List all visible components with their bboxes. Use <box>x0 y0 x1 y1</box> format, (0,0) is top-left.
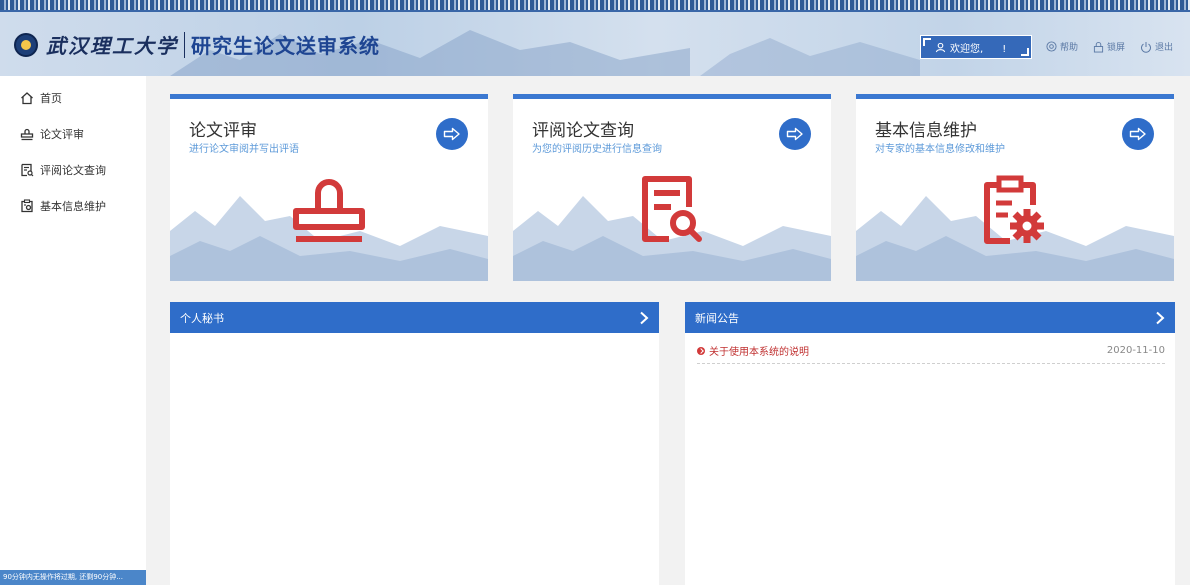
document-search-icon <box>21 163 34 177</box>
card-review-query[interactable]: 评阅论文查询 为您的评阅历史进行信息查询 <box>513 94 831 281</box>
card-subtitle: 为您的评阅历史进行信息查询 <box>532 144 662 155</box>
help-icon <box>1046 41 1057 52</box>
card-subtitle: 进行论文审阅并写出评语 <box>189 144 299 155</box>
header-pattern-border <box>0 0 1190 10</box>
card-title: 论文评审 <box>189 121 257 141</box>
university-emblem-icon <box>14 32 38 57</box>
sidebar-item-label: 首页 <box>40 92 62 105</box>
logo[interactable]: 武汉理工大学 研究生论文送审系统 <box>14 30 380 59</box>
header-border-line <box>0 10 1190 12</box>
news-item-title: 关于使用本系统的说明 <box>709 347 809 358</box>
stamp-icon <box>293 179 365 242</box>
help-link[interactable]: 帮助 <box>1046 40 1078 53</box>
panel-title: 新闻公告 <box>695 311 739 325</box>
school-name: 武汉理工大学 <box>46 34 178 58</box>
lock-icon <box>1093 41 1104 52</box>
sidebar-item-thesis-review[interactable]: 论文评审 <box>0 116 146 152</box>
clipboard-gear-icon <box>21 199 33 213</box>
panel-news: 新闻公告 关于使用本系统的说明 2020-11-10 <box>685 302 1175 585</box>
header: 武汉理工大学 研究生论文送审系统 欢迎您, ! 帮助 锁屏 退出 <box>0 0 1190 76</box>
user-icon <box>935 42 946 52</box>
card-title: 基本信息维护 <box>875 121 977 141</box>
panel-header: 新闻公告 <box>685 302 1175 333</box>
panel-title: 个人秘书 <box>180 311 224 325</box>
card-title: 评阅论文查询 <box>532 121 634 141</box>
list-item[interactable]: 关于使用本系统的说明 2020-11-10 <box>697 343 1165 364</box>
go-button[interactable] <box>779 118 811 150</box>
logo-divider <box>184 31 185 58</box>
arrow-right-icon <box>786 127 803 141</box>
welcome-text: 欢迎您, ! <box>950 43 1007 55</box>
sidebar-item-label: 评阅论文查询 <box>40 164 106 177</box>
news-item-link[interactable]: 关于使用本系统的说明 <box>697 343 809 358</box>
header-mountain-art-right <box>700 38 920 76</box>
sidebar: 首页 论文评审 评阅论文查询 基本信息维护 90分钟内无操作将过期, 还剩90分… <box>0 76 146 585</box>
sidebar-item-label: 论文评审 <box>40 128 84 141</box>
news-item-date: 2020-11-10 <box>1106 345 1165 356</box>
lock-link[interactable]: 锁屏 <box>1093 40 1125 53</box>
document-search-icon <box>642 176 702 242</box>
home-icon <box>21 92 33 105</box>
go-button[interactable] <box>1122 118 1154 150</box>
go-button[interactable] <box>436 118 468 150</box>
clipboard-gear-icon <box>984 175 1044 244</box>
panel-header: 个人秘书 <box>170 302 659 333</box>
chevron-right-icon[interactable] <box>1155 311 1165 325</box>
bullet-arrow-icon <box>697 346 705 355</box>
power-icon <box>1141 41 1151 53</box>
card-basic-info[interactable]: 基本信息维护 对专家的基本信息修改和维护 <box>856 94 1174 281</box>
lock-label: 锁屏 <box>1107 43 1126 53</box>
help-label: 帮助 <box>1060 43 1079 53</box>
sidebar-item-review-query[interactable]: 评阅论文查询 <box>0 152 146 188</box>
card-thesis-review[interactable]: 论文评审 进行论文审阅并写出评语 <box>170 94 488 281</box>
session-timeout-notice: 90分钟内无操作将过期, 还剩90分钟... <box>0 570 146 585</box>
card-subtitle: 对专家的基本信息修改和维护 <box>875 144 1005 155</box>
panel-personal-secretary: 个人秘书 <box>170 302 659 585</box>
sidebar-item-home[interactable]: 首页 <box>0 80 146 116</box>
sidebar-item-label: 基本信息维护 <box>40 200 106 213</box>
logout-link[interactable]: 退出 <box>1140 40 1173 53</box>
system-name: 研究生论文送审系统 <box>191 34 380 58</box>
stamp-icon <box>20 128 34 141</box>
arrow-right-icon <box>1129 127 1146 141</box>
logout-label: 退出 <box>1155 43 1174 53</box>
sidebar-item-basic-info[interactable]: 基本信息维护 <box>0 188 146 224</box>
chevron-right-icon[interactable] <box>639 311 649 325</box>
arrow-right-icon <box>443 127 460 141</box>
welcome-user-badge[interactable]: 欢迎您, ! <box>920 35 1032 59</box>
